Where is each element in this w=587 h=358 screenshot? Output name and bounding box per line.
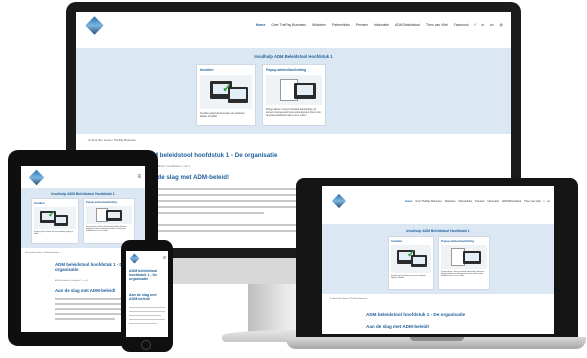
monitor-checkmarks-icon: ✓ [391,245,431,273]
laptop-notch [410,337,464,341]
desktop-nav-links: Home Over ThePay Business Winkelen Partn… [256,23,503,27]
nav-home[interactable]: Home [405,200,412,203]
breadcrumb: Je bent hier: Home / ThePay Business [330,298,368,300]
hero-title: Invulhulp ADM Beleidstool Hoofdstuk 1 [254,54,333,59]
card-invullen-text: Invullen gaat het best aan een desktop, … [34,231,73,235]
document-icon [266,75,322,105]
menu-icon[interactable]: ≡ [137,174,141,180]
breadcrumb: Je bent hier: Home / ThePay Business [25,252,60,254]
body-text-line [129,315,161,316]
card-invullen[interactable]: Invullen ✓ Invullen gaat het best aan ee… [388,236,434,290]
home-button[interactable] [141,340,151,350]
nav-winkelen[interactable]: Winkelen [312,23,326,27]
card-popup[interactable]: Popup advies/toelichting Popup advies / … [83,198,135,244]
nav-home[interactable]: Home [256,23,265,27]
card-popup-title: Popup advies/toelichting [86,201,117,204]
facebook-icon[interactable]: f [544,200,545,203]
desktop-nav: Home Over ThePay Business Winkelen Partn… [76,12,511,38]
card-invullen-title: Invullen [34,201,45,205]
facebook-icon[interactable]: f [475,23,476,27]
page-title: ADM beleidstool hoofdstuk 1 - De organis… [129,269,158,282]
laptop-hero: Invulhulp ADM Beleidstool Hoofdstuk 1 In… [322,224,554,294]
page-title: ADM beleidstool hoofdstuk 1 - De organis… [366,312,466,317]
diamond-logo-icon[interactable] [129,253,140,263]
diamond-logo-icon[interactable] [85,15,104,35]
nav-winkelen[interactable]: Winkelen [445,200,456,203]
card-invullen-text: Invullen gaat het best aan een desktop, … [200,112,246,118]
nav-partnerlinks[interactable]: Partnerlinks [458,200,472,203]
body-text-line [129,311,165,312]
body-text-line [129,323,157,324]
card-popup-title: Popup advies/toelichting [266,68,307,72]
section-title: Aan de slag met ADM-beleid! [129,293,157,302]
card-popup-text: Popup advies / tekst in bestand aanhoudi… [86,226,127,232]
card-invullen-title: Invullen [391,239,403,243]
diamond-logo-icon[interactable] [331,193,347,209]
body-text-line [144,212,264,214]
section-title: Aan de slag met ADM-beleid! [366,324,430,329]
nav-theo[interactable]: Theo van Vilet [426,23,448,27]
nav-adm[interactable]: ADM Beleidstool [502,200,521,203]
nav-adm[interactable]: ADM Beleidstool [395,23,420,27]
card-invullen[interactable]: Invullen ✓ Invullen gaat het best aan ee… [31,198,79,244]
breadcrumb: Je bent hier: Home / ThePay Business [88,138,136,142]
hero-title: Invulhulp ADM Beleidstool Hoofdstuk 1 [406,229,470,233]
nav-preview[interactable]: Preview [475,200,484,203]
nav-over[interactable]: Over ThePay Business [415,200,441,203]
monitor-checkmarks-icon: ✓ [200,75,252,109]
laptop-nav: Home Over ThePay Business Winkelen Partn… [322,186,554,216]
twitter-icon[interactable]: tw [547,200,550,203]
laptop: Home Over ThePay Business Winkelen Partn… [296,178,578,338]
phone-nav: ≡ [126,251,168,265]
page-meta: ADM Beleidstool • hoofdstuk 1 • vol 1 [55,280,88,282]
nav-over[interactable]: Over ThePay Business [271,23,306,27]
card-popup[interactable]: Popup advies/toelichting Popup advies / … [438,236,490,290]
desktop-hero: Invulhulp ADM Beleidstool Hoofdstuk 1 In… [76,48,511,134]
phone: ≡ ADM beleidstool hoofdstuk 1 - De organ… [121,240,173,352]
tablet-nav: ≡ [21,166,145,188]
card-popup-text: Popup advies / tekst in bestand aanhoudi… [266,108,322,117]
monitor-checkmarks-icon: ✓ [34,207,76,229]
tablet-hero: Invulhulp ADM Beleidstool Hoofdstuk 1 In… [21,188,145,248]
nav-facebook[interactable]: Facebook [454,23,469,27]
card-popup-title: Popup advies/toelichting [441,239,475,243]
linkedin-icon[interactable]: in [482,23,485,27]
document-icon [86,206,132,224]
twitter-icon[interactable]: tw [490,23,493,27]
body-text-line [129,307,165,308]
nav-informatie[interactable]: Informatie [487,200,499,203]
document-icon [441,245,487,269]
nav-partnerlinks[interactable]: Partnerlinks [332,23,350,27]
card-invullen-text: Invullen gaat het best aan een desktop, … [391,275,426,279]
phone-screen: ≡ ADM beleidstool hoofdstuk 1 - De organ… [126,251,168,337]
diamond-logo-icon[interactable] [28,169,45,185]
email-icon[interactable]: @ [500,23,503,27]
nav-theo[interactable]: Theo van Vilet [524,200,541,203]
body-text-line [55,318,115,320]
card-invullen-title: Invullen [200,68,214,72]
card-popup[interactable]: Popup advies/toelichting Popup advies / … [262,64,326,126]
laptop-screen: Home Over ThePay Business Winkelen Partn… [322,186,554,334]
page-title: ADM beleidstool hoofdstuk 1 - De organis… [144,152,278,159]
hero-title: Invulhulp ADM Beleidstool Hoofdstuk 1 [51,192,115,196]
card-popup-text: Popup advies / tekst in bestand aanhoudi… [441,271,485,277]
section-title: Aan de slag met ADM-beleid! [55,288,116,293]
body-text-line [129,319,165,320]
laptop-nav-links: Home Over ThePay Business Winkelen Partn… [405,200,550,203]
nav-preview[interactable]: Preview [356,23,368,27]
card-invullen[interactable]: Invullen ✓ Invullen gaat het best aan ee… [196,64,256,126]
menu-icon[interactable]: ≡ [163,255,166,261]
body-text-line [55,308,127,310]
nav-informatie[interactable]: Informatie [374,23,389,27]
